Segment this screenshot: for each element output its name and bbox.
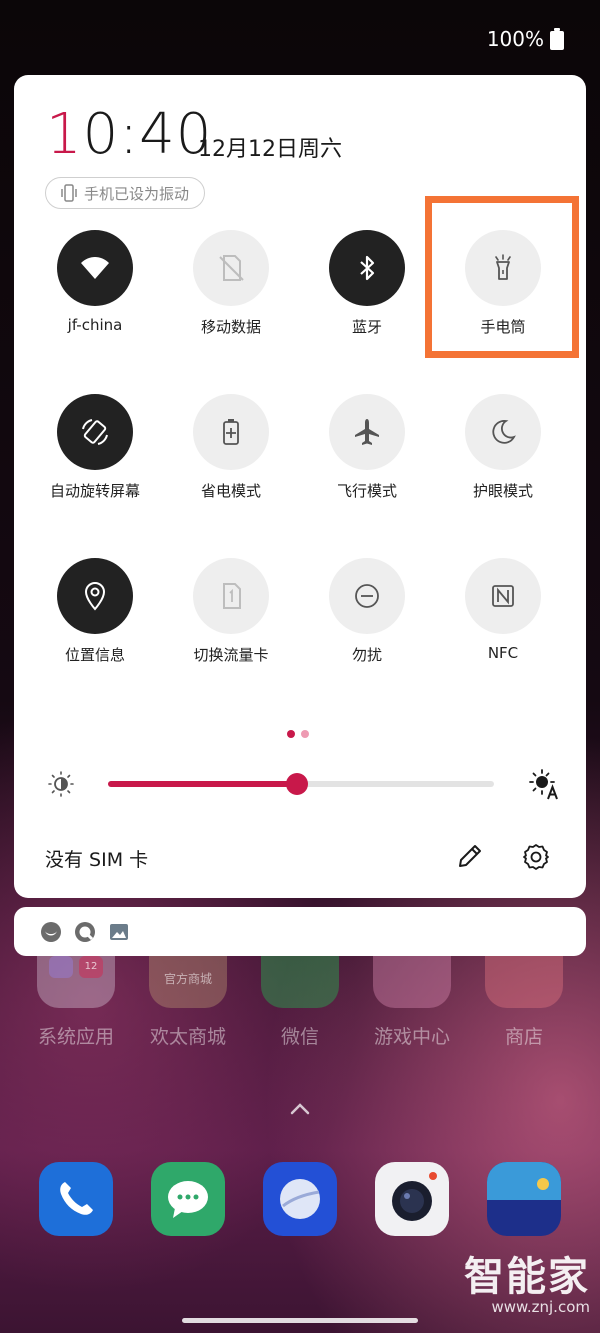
moon-icon xyxy=(492,420,516,444)
tile-do-not-disturb[interactable]: 勿扰 xyxy=(297,558,437,665)
brightness-thumb[interactable] xyxy=(286,773,309,795)
tile-label: 护眼模式 xyxy=(472,482,533,500)
brightness-slider[interactable] xyxy=(44,765,560,805)
pencil-edit-icon[interactable] xyxy=(455,841,485,871)
tile-circle[interactable] xyxy=(465,394,541,470)
chevron-up-icon[interactable] xyxy=(289,1098,311,1120)
browser-icon xyxy=(280,1179,320,1219)
tile-switch-sim[interactable]: 切换流量卡 xyxy=(161,558,301,665)
tile-circle[interactable] xyxy=(329,558,405,634)
page-dot xyxy=(301,730,309,738)
wallet-icon xyxy=(487,1162,561,1200)
dock-camera[interactable] xyxy=(375,1162,449,1236)
battery-saver-icon xyxy=(223,419,239,445)
tile-circle[interactable] xyxy=(57,230,133,306)
tile-label: 省电模式 xyxy=(200,482,261,500)
tile-airplane-mode[interactable]: 飞行模式 xyxy=(297,394,437,501)
home-app-label: 系统应用 xyxy=(37,1026,114,1048)
dock-browser[interactable] xyxy=(263,1162,337,1236)
tile-circle[interactable] xyxy=(329,230,405,306)
tile-bluetooth[interactable]: 蓝牙 xyxy=(297,230,437,337)
app-notification-icon xyxy=(41,921,61,942)
auto-brightness-icon[interactable] xyxy=(528,767,560,801)
camera-icon xyxy=(392,1172,437,1221)
notification-icons-bar[interactable] xyxy=(14,907,586,956)
do-not-disturb-icon xyxy=(355,584,379,608)
tile-mobile-data[interactable]: 移动数据 xyxy=(161,230,301,337)
home-indicator[interactable] xyxy=(182,1318,418,1323)
home-app-label: 微信 xyxy=(280,1026,319,1048)
tile-location[interactable]: 位置信息 xyxy=(25,558,165,665)
watermark-brand: 智能家 xyxy=(464,1254,590,1300)
mobile-data-off-icon xyxy=(219,255,244,281)
tile-circle[interactable] xyxy=(57,558,133,634)
page-indicator[interactable] xyxy=(287,730,309,738)
airplane-icon xyxy=(355,419,379,445)
tile-label: 自动旋转屏幕 xyxy=(49,482,140,500)
tile-circle[interactable] xyxy=(465,558,541,634)
gallery-notification-icon xyxy=(110,923,128,940)
calendar-badge: 12 xyxy=(79,956,103,978)
message-notification-icon xyxy=(75,921,95,942)
sim-status: 没有 SIM 卡 xyxy=(45,849,149,871)
tile-label: 切换流量卡 xyxy=(193,646,269,664)
sim-card-icon xyxy=(223,583,241,609)
tile-auto-rotate[interactable]: 自动旋转屏幕 xyxy=(25,394,165,501)
tile-wifi[interactable]: jf-china xyxy=(25,230,165,334)
watermark-url: www.znj.com xyxy=(491,1298,590,1316)
brightness-fill xyxy=(108,781,298,787)
tile-circle[interactable] xyxy=(329,394,405,470)
dock-phone[interactable] xyxy=(39,1162,113,1236)
tile-battery-saver[interactable]: 省电模式 xyxy=(161,394,301,501)
tile-nfc[interactable]: NFC xyxy=(433,558,573,662)
page-dot-active xyxy=(287,730,295,738)
mall-tile-text: 官方商城 xyxy=(163,972,212,986)
home-app-label: 游戏中心 xyxy=(373,1026,450,1048)
location-icon xyxy=(84,582,106,611)
tile-label: 勿扰 xyxy=(351,646,382,664)
tile-label: NFC xyxy=(487,644,519,662)
bluetooth-icon xyxy=(360,255,375,281)
dock-messages[interactable] xyxy=(151,1162,225,1236)
watermark: 智能家 www.znj.com xyxy=(440,1244,590,1316)
tile-label: jf-china xyxy=(67,316,123,334)
home-app-label: 商店 xyxy=(504,1026,543,1048)
home-app-label: 欢太商城 xyxy=(149,1026,226,1048)
tile-circle[interactable] xyxy=(193,558,269,634)
nfc-icon xyxy=(492,585,514,607)
phone-icon xyxy=(60,1182,93,1215)
status-bar: 100% xyxy=(487,22,564,56)
tile-label: 位置信息 xyxy=(64,646,125,664)
brightness-low-icon xyxy=(48,771,74,797)
tile-circle[interactable] xyxy=(193,394,269,470)
tile-label: 移动数据 xyxy=(200,318,261,336)
brightness-track[interactable] xyxy=(108,773,494,795)
dock-wallet[interactable] xyxy=(487,1162,561,1236)
quick-tiles-grid: jf-china 移动数据 蓝牙 手电筒 自动旋转屏幕 省电模式 飞行模式 护眼… xyxy=(14,75,586,775)
tile-circle[interactable] xyxy=(193,230,269,306)
flashlight-highlight-box xyxy=(425,196,579,358)
gear-icon[interactable] xyxy=(521,842,551,872)
tile-label: 飞行模式 xyxy=(336,482,397,500)
battery-full-icon xyxy=(550,28,564,50)
quick-settings-panel: 10:40 12月12日周六 手机已设为振动 jf-china 移动数据 蓝牙 … xyxy=(14,75,586,898)
messages-icon xyxy=(168,1181,208,1218)
wifi-icon xyxy=(81,257,109,279)
battery-percentage: 100% xyxy=(486,27,544,51)
tile-eye-comfort[interactable]: 护眼模式 xyxy=(433,394,573,501)
auto-rotate-icon xyxy=(82,419,108,445)
tile-label: 蓝牙 xyxy=(351,318,382,336)
tile-circle[interactable] xyxy=(57,394,133,470)
